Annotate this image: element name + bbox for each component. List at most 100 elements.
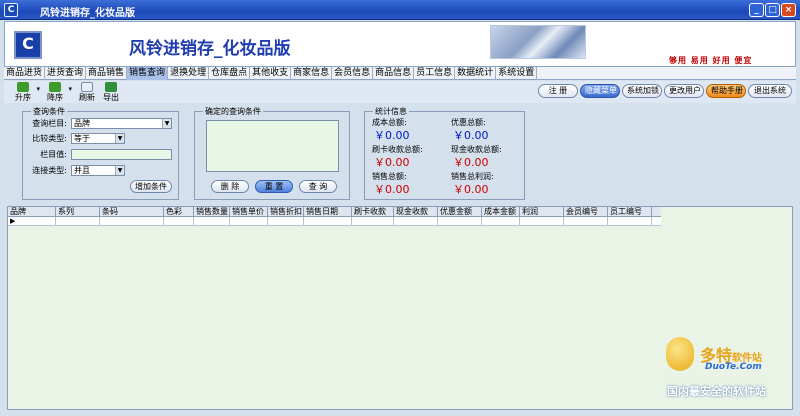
column-header-14[interactable]: 员工编号 bbox=[608, 207, 652, 217]
watermark-mascot-icon bbox=[666, 337, 694, 371]
app-icon: C bbox=[4, 3, 18, 17]
column-header-0[interactable]: 品牌 bbox=[8, 207, 56, 217]
table-cell[interactable] bbox=[608, 217, 652, 226]
query-conditions-legend: 查询条件 bbox=[31, 106, 67, 117]
column-header-4[interactable]: 销售数量 bbox=[194, 207, 230, 217]
join-select[interactable]: 并且 ▼ bbox=[71, 165, 125, 176]
change-user-button[interactable]: 更改用户 bbox=[664, 84, 704, 98]
refresh-label: 刷新 bbox=[79, 93, 95, 102]
menu-item-3[interactable]: 销售查询 bbox=[127, 67, 169, 80]
add-condition-button[interactable]: 增加条件 bbox=[130, 180, 172, 193]
table-cell[interactable] bbox=[164, 217, 194, 226]
refresh-icon bbox=[81, 82, 93, 92]
column-header-3[interactable]: 色彩 bbox=[164, 207, 194, 217]
app-title: 风铃进销存_化妆品版 bbox=[129, 39, 291, 59]
column-header-6[interactable]: 销售折扣 bbox=[268, 207, 304, 217]
menu-item-8[interactable]: 会员信息 bbox=[332, 67, 374, 80]
discount-total-value: ￥0.00 bbox=[453, 129, 489, 142]
query-button[interactable]: 查 询 bbox=[299, 180, 337, 193]
register-button[interactable]: 注 册 bbox=[538, 84, 578, 98]
table-cell[interactable] bbox=[564, 217, 608, 226]
table-cell[interactable] bbox=[56, 217, 100, 226]
table-cell[interactable] bbox=[520, 217, 564, 226]
close-button[interactable]: × bbox=[781, 3, 796, 17]
value-input[interactable] bbox=[71, 149, 172, 160]
menu-item-0[interactable]: 商品进货 bbox=[4, 67, 46, 80]
minimize-button[interactable]: _ bbox=[749, 3, 764, 17]
maximize-button[interactable]: □ bbox=[765, 3, 780, 17]
sort-ascending-dropdown-icon[interactable]: ▾ bbox=[36, 85, 40, 93]
menu-item-9[interactable]: 商品信息 bbox=[373, 67, 415, 80]
banner-image bbox=[490, 25, 586, 59]
sort-ascending-button[interactable]: 升序 ▾ bbox=[12, 82, 40, 103]
menu-item-12[interactable]: 系统设置 bbox=[496, 67, 538, 80]
table-cell[interactable] bbox=[304, 217, 352, 226]
table-cell[interactable] bbox=[194, 217, 230, 226]
table-cell[interactable] bbox=[230, 217, 268, 226]
column-header-8[interactable]: 刷卡收款 bbox=[352, 207, 394, 217]
column-header-11[interactable]: 成本金额 bbox=[482, 207, 520, 217]
column-header-2[interactable]: 条码 bbox=[100, 207, 164, 217]
field-select[interactable]: 品牌 ▼ bbox=[71, 118, 172, 129]
column-header-1[interactable]: 系列 bbox=[56, 207, 100, 217]
card-total-value: ￥0.00 bbox=[374, 156, 410, 169]
column-header-9[interactable]: 现金收款 bbox=[394, 207, 438, 217]
statistics-legend: 统计信息 bbox=[373, 106, 409, 117]
table-cell[interactable] bbox=[482, 217, 520, 226]
menu-item-7[interactable]: 商家信息 bbox=[291, 67, 333, 80]
title-bar: C 风铃进销存_化妆品版 _ □ × bbox=[0, 0, 800, 20]
refresh-button[interactable]: 刷新 bbox=[76, 82, 98, 103]
menu-item-11[interactable]: 数据统计 bbox=[455, 67, 497, 80]
chevron-down-icon[interactable]: ▼ bbox=[115, 134, 124, 143]
menu-item-5[interactable]: 仓库盘点 bbox=[209, 67, 251, 80]
column-header-13[interactable]: 会员编号 bbox=[564, 207, 608, 217]
profit-total-value: ￥0.00 bbox=[453, 183, 489, 196]
column-header-7[interactable]: 销售日期 bbox=[304, 207, 352, 217]
cash-total-value: ￥0.00 bbox=[453, 156, 489, 169]
sort-ascending-label: 升序 bbox=[15, 93, 31, 102]
delete-button[interactable]: 删 除 bbox=[211, 180, 249, 193]
lock-system-button[interactable]: 系统加锁 bbox=[622, 84, 662, 98]
table-cell[interactable] bbox=[438, 217, 482, 226]
table-cell[interactable] bbox=[100, 217, 164, 226]
column-header-10[interactable]: 优惠金额 bbox=[438, 207, 482, 217]
grid-header: 品牌 系列 条码 色彩 销售数量 销售单价 销售折扣 销售日期 刷卡收款 现金收款 优惠金额 成本金额… bbox=[8, 207, 661, 217]
sort-descending-dropdown-icon[interactable]: ▾ bbox=[68, 85, 72, 93]
help-manual-button[interactable]: 帮助手册 bbox=[706, 84, 746, 98]
export-button[interactable]: 导出 bbox=[100, 82, 122, 103]
sales-grid[interactable]: 品牌 系列 条码 色彩 销售数量 销售单价 销售折扣 销售日期 刷卡收款 现金收款 优惠金额 成本金额… bbox=[7, 206, 793, 410]
exit-system-button[interactable]: 退出系统 bbox=[748, 84, 792, 98]
table-cell[interactable] bbox=[268, 217, 304, 226]
sort-ascending-icon bbox=[17, 82, 29, 92]
confirmed-conditions-panel: 确定的查询条件 删 除 重 置 查 询 bbox=[194, 106, 350, 200]
export-label: 导出 bbox=[103, 93, 119, 102]
column-header-5[interactable]: 销售单价 bbox=[230, 207, 268, 217]
menu-item-6[interactable]: 其他收支 bbox=[250, 67, 292, 80]
menu-item-2[interactable]: 商品销售 bbox=[86, 67, 128, 80]
confirmed-conditions-legend: 确定的查询条件 bbox=[203, 106, 263, 117]
menu-item-10[interactable]: 员工信息 bbox=[414, 67, 456, 80]
app-logo-icon: C bbox=[14, 31, 42, 59]
sort-descending-button[interactable]: 降序 ▾ bbox=[44, 82, 72, 103]
hide-menu-button[interactable]: 隐藏菜单 bbox=[580, 84, 620, 98]
reset-button[interactable]: 重 置 bbox=[255, 180, 293, 193]
field-select-value: 品牌 bbox=[74, 119, 90, 128]
menu-item-4[interactable]: 退换处理 bbox=[168, 67, 210, 80]
window-title: 风铃进销存_化妆品版 bbox=[40, 8, 135, 19]
confirmed-conditions-list[interactable] bbox=[206, 120, 339, 172]
toolbar: 升序 ▾ 降序 ▾ 刷新 导出 注 册 隐藏菜单 系统加锁 更改用户 帮助手册 … bbox=[4, 81, 796, 103]
compare-select[interactable]: 等于 ▼ bbox=[71, 133, 125, 144]
menu-item-1[interactable]: 进货查询 bbox=[45, 67, 87, 80]
column-header-12[interactable]: 利润 bbox=[520, 207, 564, 217]
table-cell[interactable] bbox=[352, 217, 394, 226]
compare-select-value: 等于 bbox=[74, 134, 90, 143]
table-cell[interactable] bbox=[394, 217, 438, 226]
export-icon bbox=[105, 82, 117, 92]
table-row[interactable]: ▶ bbox=[8, 217, 661, 226]
chevron-down-icon[interactable]: ▼ bbox=[162, 119, 171, 128]
slogan: 够用 易用 好用 便宜 bbox=[669, 56, 753, 65]
watermark-tagline: 国内最安全的软件站 bbox=[667, 385, 766, 398]
statistics-panel: 统计信息 成本总额: ￥0.00 优惠总额: ￥0.00 刷卡收款总额: ￥0.… bbox=[364, 106, 525, 200]
chevron-down-icon[interactable]: ▼ bbox=[115, 166, 124, 175]
table-cell[interactable]: ▶ bbox=[8, 217, 56, 226]
